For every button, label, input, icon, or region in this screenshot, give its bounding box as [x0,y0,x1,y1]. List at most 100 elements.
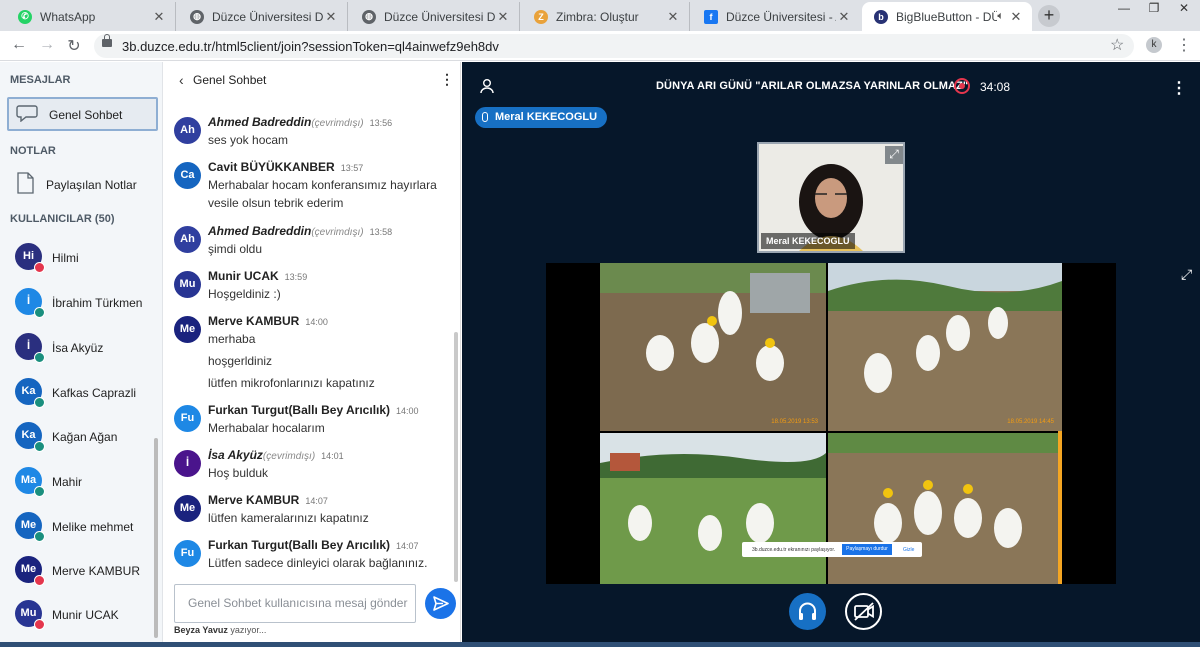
options-menu-icon[interactable]: ⋮ [1171,78,1187,98]
back-button[interactable]: ← [9,36,29,54]
input-placeholder: Genel Sohbet kullanıcısına mesaj gönder [188,596,408,610]
message-avatar: Fu [174,540,201,567]
photo-tree-planting-1: 18.05.2019 13:53 [600,263,826,431]
globe-icon: ◍ [190,9,204,24]
message-sender: Furkan Turgut(Ballı Bey Arıcılık) 14:07 [208,538,419,552]
message-text: Merhabalar hocalarım [208,421,325,435]
share-notice-text: 3b.duzce.edu.tr ekranınızı paylaşıyor. [752,547,836,553]
tab-title: Düzce Üniversitesi - Ana [726,9,836,24]
user-list-toggle-icon[interactable] [479,78,495,94]
close-tab-icon[interactable]: ✕ [323,9,339,25]
message-sender: Furkan Turgut(Ballı Bey Arıcılık) 14:00 [208,403,419,417]
address-bar[interactable]: 3b.duzce.edu.tr/html5client/join?session… [94,34,1134,58]
message-sender: Merve KAMBUR 14:07 [208,493,328,507]
message-avatar: Ah [174,226,201,253]
user-name: Kağan Ağan [52,430,118,444]
new-tab-button[interactable]: + [1038,5,1060,27]
profile-avatar[interactable]: k [1146,37,1162,53]
listen-only-icon [34,352,45,363]
share-webcam-button[interactable] [845,593,882,630]
tab-facebook[interactable]: f Düzce Üniversitesi - Ana ✕ [692,2,860,31]
message-sender: İsa Akyüz(çevrimdışı) 14:01 [208,448,344,462]
tab-title: Zimbra: Oluştur [556,9,639,24]
chat-icon [16,105,38,122]
message-avatar: Ah [174,117,201,144]
user-list-sidebar: MESAJLAR Genel Sohbet NOTLAR Paylaşılan … [0,62,163,647]
shared-notes-item[interactable]: Paylaşılan Notlar [10,171,160,199]
tab-duzce-1[interactable]: ◍ Düzce Üniversitesi Düzce ✕ [178,2,348,31]
user-item[interactable]: Me Merve KAMBUR [0,541,158,586]
browser-menu-icon[interactable]: ⋮ [1176,35,1192,55]
close-tab-icon[interactable]: ✕ [1008,9,1024,25]
user-name: Munir UCAK [52,608,119,622]
tab-zimbra[interactable]: Z Zimbra: Oluştur ✕ [522,2,690,31]
message-text: merhaba [208,332,256,346]
photo-timestamp: 18.05.2019 13:53 [771,419,818,425]
hide-notice-button[interactable]: Gizle [903,547,914,553]
user-item[interactable]: Hi Hilmi [0,228,158,273]
message-text: hoşgerldiniz [208,354,273,368]
fullscreen-icon[interactable]: ⤢ [1181,266,1192,283]
bookmark-star-icon[interactable]: ☆ [1110,35,1124,55]
user-item[interactable]: İ İsa Akyüz [0,318,158,363]
user-item[interactable]: Mu Munir UCAK [0,585,158,630]
speaker-icon[interactable]: 🔈︎ [997,10,1004,23]
tab-duzce-2[interactable]: ◍ Düzce Üniversitesi Düzce ✕ [350,2,520,31]
chat-title[interactable]: Genel Sohbet [193,73,266,87]
camera-off-icon [854,602,874,621]
chat-scrollbar[interactable] [454,332,458,582]
tab-title: Düzce Üniversitesi Düzce [384,9,495,24]
notes-header: NOTLAR [10,145,56,157]
tab-whatsapp[interactable]: ✆ WhatsApp ✕ [6,2,176,31]
user-list-scrollbar[interactable] [154,438,158,638]
reload-button[interactable]: ↻ [64,36,84,56]
tab-title: BigBlueButton - DÜ [896,9,998,24]
message-text: vesile olsun tebrik ederim [208,196,344,210]
stop-sharing-button[interactable]: Paylaşmayı durdur [842,544,892,555]
whatsapp-icon: ✆ [18,9,32,24]
user-item[interactable]: Me Melike mehmet [0,497,158,542]
shared-notes-label: Paylaşılan Notlar [46,178,137,192]
meeting-area: DÜNYA ARI GÜNÜ "ARILAR OLMAZSA YARINLAR … [462,62,1200,647]
recording-icon[interactable] [954,78,970,94]
address-bar-row: ← → ↻ 3b.duzce.edu.tr/html5client/join?s… [0,31,1200,61]
leave-audio-button[interactable] [789,593,826,630]
webcam-name-label: Meral KEKECOGLU [761,233,855,249]
user-name: Hilmi [52,251,79,265]
photo-tree-planting-3 [600,433,826,584]
user-item[interactable]: Ma Mahir [0,452,158,497]
close-tab-icon[interactable]: ✕ [151,9,167,25]
chat-message-input[interactable]: Genel Sohbet kullanıcısına mesaj gönder [174,584,416,623]
user-item[interactable]: İ İbrahim Türkmen [0,273,158,318]
photo-tree-planting-2: 18.05.2019 14:45 [828,263,1062,431]
photo-tree-planting-4 [828,433,1062,584]
tab-bigbluebutton[interactable]: b BigBlueButton - DÜ 🔈︎ ✕ [862,2,1032,31]
message-avatar: Fu [174,405,201,432]
close-tab-icon[interactable]: ✕ [665,9,681,25]
close-window-button[interactable]: ✕ [1169,0,1199,18]
expand-icon[interactable]: ⤢ [885,146,903,164]
photo-timestamp: 18.05.2019 14:45 [1007,419,1054,425]
forward-button[interactable]: → [37,36,57,54]
close-tab-icon[interactable]: ✕ [495,9,511,25]
message-avatar: Mu [174,271,201,298]
restore-window-button[interactable]: ❐ [1139,0,1169,18]
public-chat-item[interactable]: Genel Sohbet [7,97,158,131]
talking-indicator[interactable]: Meral KEKECOGLU [475,107,608,128]
webcam-video[interactable]: Meral KEKECOGLU ⤢ [757,142,905,253]
minimize-window-button[interactable]: — [1109,0,1139,18]
recording-timer: 34:08 [980,80,1011,94]
url-text[interactable]: 3b.duzce.edu.tr/html5client/join?session… [122,39,499,54]
users-header: KULLANICILAR (50) [10,213,115,225]
user-item[interactable]: Ka Kafkas Caprazli [0,363,158,408]
chevron-left-icon[interactable]: ‹ [179,72,184,88]
message-text: lütfen kameralarınızı kapatınız [208,511,369,525]
talker-name: Meral KEKECOGLU [495,111,598,123]
chat-options-icon[interactable]: ⋮ [440,71,454,88]
globe-icon: ◍ [362,9,376,24]
headphones-icon [799,602,816,620]
send-message-button[interactable] [425,588,456,619]
message-text: ses yok hocam [208,133,289,147]
close-tab-icon[interactable]: ✕ [836,9,852,25]
user-item[interactable]: Ka Kağan Ağan [0,407,158,452]
